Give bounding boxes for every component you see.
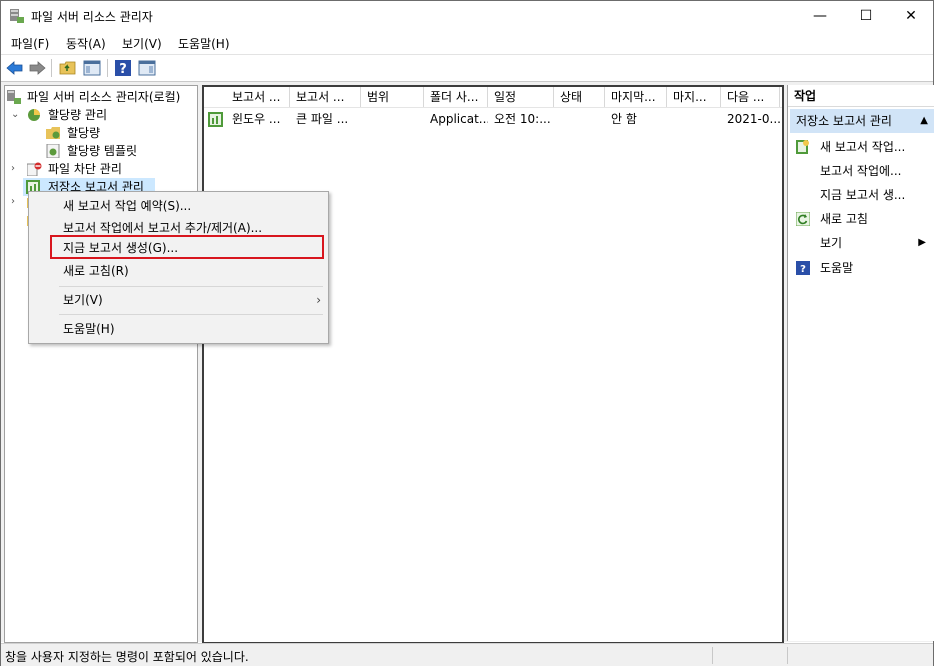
action-new-report-task[interactable]: 새 보고서 작업...: [788, 137, 934, 157]
file-screen-icon: [27, 162, 42, 176]
actions-section-label: 저장소 보고서 관리: [796, 114, 892, 128]
menu-separator: [59, 314, 323, 315]
action-label: 보기: [820, 236, 843, 250]
table-cell: 안 함: [611, 112, 637, 126]
tree-node-label: 할당량 관리: [48, 108, 108, 122]
action-add-remove-reports[interactable]: 보고서 작업에...: [788, 161, 934, 181]
svg-text:?: ?: [800, 264, 806, 275]
table-cell: Applicat...: [430, 112, 488, 126]
minimize-button[interactable]: —: [797, 1, 843, 31]
chevron-down-icon[interactable]: ⌄: [11, 106, 19, 124]
table-cell: 윈도우 ...: [232, 112, 281, 126]
show-hide-tree-icon[interactable]: [82, 58, 102, 78]
help-icon[interactable]: ?: [113, 58, 133, 78]
close-button[interactable]: ✕: [888, 1, 934, 31]
folder-quota-icon: [46, 127, 60, 139]
action-label: 도움말: [820, 261, 854, 275]
title-bar: 파일 서버 리소스 관리자 — ☐ ✕: [1, 1, 933, 31]
actions-header: 작업: [788, 85, 934, 107]
menu-action[interactable]: 동작(A): [66, 35, 106, 52]
window-title: 파일 서버 리소스 관리자: [31, 10, 153, 24]
column-header[interactable]: 다음 ...: [721, 87, 780, 107]
show-hide-action-pane-icon[interactable]: [137, 58, 157, 78]
template-icon: [46, 144, 60, 158]
menu-item-label: 보기(V): [63, 293, 103, 307]
tree-node-label: 파일 차단 관리: [48, 162, 122, 176]
tree-node-quotas[interactable]: 할당량: [7, 124, 195, 142]
action-label: 보고서 작업에...: [820, 164, 902, 178]
main-window: 파일 서버 리소스 관리자 — ☐ ✕ 파일(F) 동작(A) 보기(V) 도움…: [0, 0, 934, 666]
list-header: 보고서 ... 보고서 ... 범위 폴더 사... 일정 상태 마지막... …: [204, 87, 782, 108]
forward-arrow-icon[interactable]: [27, 58, 47, 78]
menu-item-help[interactable]: 도움말(H): [63, 319, 115, 339]
table-cell: 오전 10:...: [494, 112, 551, 126]
table-cell: [673, 109, 721, 129]
refresh-icon: [796, 212, 810, 226]
help-icon: ?: [796, 261, 810, 275]
file-server-icon: [7, 90, 21, 104]
report-task-list: 보고서 ... 보고서 ... 범위 폴더 사... 일정 상태 마지막... …: [202, 85, 784, 644]
tree-node-quota-management[interactable]: ⌄ 할당량 관리: [7, 106, 195, 124]
actions-section-storage-reports[interactable]: 저장소 보고서 관리 ▲: [790, 109, 934, 133]
column-header[interactable]: 일정: [488, 87, 554, 107]
content-area: 파일 서버 리소스 관리자(로컬) ⌄ 할당량 관리 할당량 할당량 템플릿 ›…: [1, 82, 934, 644]
tree-node-label: 할당량 템플릿: [67, 144, 138, 158]
column-header[interactable]: 마지막...: [605, 87, 667, 107]
menu-help[interactable]: 도움말(H): [178, 35, 230, 52]
highlight-box: [50, 235, 324, 259]
tree-node-label: 할당량: [67, 126, 101, 140]
column-header[interactable]: 폴더 사...: [424, 87, 488, 107]
quota-icon: [28, 109, 40, 121]
status-text: 창을 사용자 지정하는 명령이 포함되어 있습니다.: [5, 650, 249, 664]
column-header[interactable]: 마지...: [667, 87, 721, 107]
collapse-arrow-icon[interactable]: ▲: [920, 109, 928, 133]
menu-item-view[interactable]: 보기(V) ›: [63, 290, 321, 310]
chevron-right-icon[interactable]: ›: [11, 196, 15, 207]
action-view[interactable]: 보기 ▶: [788, 233, 934, 253]
menu-view[interactable]: 보기(V): [122, 35, 162, 52]
status-divider: [712, 647, 713, 664]
menu-bar: 파일(F) 동작(A) 보기(V) 도움말(H): [1, 31, 933, 53]
table-cell: 큰 파일 ...: [296, 112, 349, 126]
menu-item-refresh[interactable]: 새로 고침(R): [63, 261, 129, 281]
submenu-arrow-icon: ▶: [918, 237, 926, 248]
navigation-tree: 파일 서버 리소스 관리자(로컬) ⌄ 할당량 관리 할당량 할당량 템플릿 ›…: [4, 85, 198, 643]
new-report-icon: [796, 140, 809, 154]
action-refresh[interactable]: 새로 고침: [788, 209, 934, 229]
action-help[interactable]: ? 도움말: [788, 258, 934, 278]
menu-item-schedule-new-report-task[interactable]: 새 보고서 작업 예약(S)...: [63, 196, 191, 216]
context-menu: 새 보고서 작업 예약(S)... 보고서 작업에서 보고서 추가/제거(A).…: [28, 191, 329, 344]
column-header[interactable]: 보고서 ...: [226, 87, 290, 107]
up-folder-icon[interactable]: [58, 58, 78, 78]
table-cell: [560, 109, 605, 129]
tree-node-file-screening[interactable]: › 파일 차단 관리: [7, 160, 195, 178]
svg-text:?: ?: [119, 62, 127, 77]
table-cell: 2021-0...: [727, 112, 780, 126]
tree-node-label: 파일 서버 리소스 관리자(로컬): [27, 90, 181, 104]
action-generate-reports-now[interactable]: 지금 보고서 생...: [788, 185, 934, 205]
file-server-icon: [10, 9, 24, 23]
column-header[interactable]: 보고서 ...: [290, 87, 361, 107]
status-bar: 창을 사용자 지정하는 명령이 포함되어 있습니다.: [1, 643, 933, 666]
table-cell: [367, 109, 423, 129]
menu-file[interactable]: 파일(F): [11, 35, 49, 52]
tree-node-root[interactable]: 파일 서버 리소스 관리자(로컬): [7, 88, 195, 106]
report-task-icon: [208, 112, 223, 127]
toolbar: ?: [1, 54, 933, 82]
menu-separator: [59, 286, 323, 287]
actions-pane: 작업 저장소 보고서 관리 ▲ 새 보고서 작업... 보고서 작업에... 지…: [787, 85, 934, 641]
column-header[interactable]: 범위: [361, 87, 424, 107]
tree-node-quota-templates[interactable]: 할당량 템플릿: [7, 142, 195, 160]
action-label: 새로 고침: [820, 212, 868, 226]
action-label: 새 보고서 작업...: [820, 140, 906, 154]
toolbar-separator: [107, 59, 108, 77]
toolbar-separator: [51, 59, 52, 77]
status-divider: [787, 647, 788, 664]
column-header[interactable]: 상태: [554, 87, 605, 107]
back-arrow-icon[interactable]: [5, 58, 25, 78]
action-label: 지금 보고서 생...: [820, 188, 906, 202]
chevron-right-icon[interactable]: ›: [11, 160, 15, 178]
chevron-right-icon: ›: [316, 293, 321, 307]
maximize-button[interactable]: ☐: [843, 1, 889, 31]
